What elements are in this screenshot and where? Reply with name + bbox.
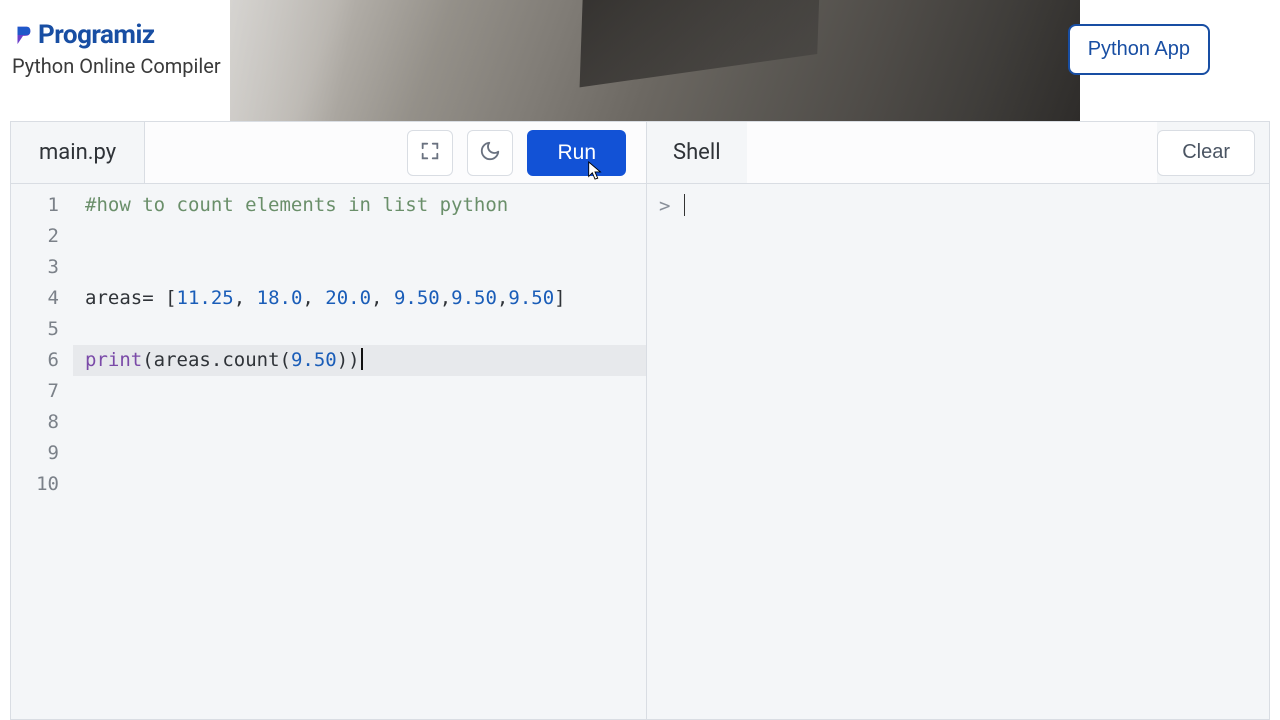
code-line-4[interactable]: areas= [11.25, 18.0, 20.0, 9.50,9.50,9.5… <box>73 283 646 314</box>
file-tab[interactable]: main.py <box>11 122 145 183</box>
code-line-9[interactable] <box>73 438 646 469</box>
code-line-3[interactable] <box>73 252 646 283</box>
file-tab-label: main.py <box>39 140 116 165</box>
shell-panel: Shell Clear > <box>647 122 1269 719</box>
comment-text: #how to count elements in list python <box>85 194 508 216</box>
shell-output[interactable]: > <box>647 184 1269 719</box>
brand-subtitle: Python Online Compiler <box>12 54 221 78</box>
fullscreen-icon <box>419 140 441 165</box>
code-line-2[interactable] <box>73 221 646 252</box>
text-cursor <box>361 348 363 370</box>
shell-title: Shell <box>647 140 747 165</box>
moon-icon <box>479 140 501 165</box>
video-overlay-banner <box>230 0 1080 121</box>
shell-header: Shell Clear <box>647 122 1269 184</box>
code-editor[interactable]: 12345 678910 #how to count elements in l… <box>11 184 646 719</box>
theme-toggle-button[interactable] <box>467 130 513 176</box>
code-area[interactable]: #how to count elements in list python ar… <box>73 184 646 719</box>
code-line-1[interactable]: #how to count elements in list python <box>73 190 646 221</box>
workspace: main.py Run 12345 <box>10 121 1270 720</box>
shell-cursor <box>684 194 685 216</box>
brand-logo-icon <box>12 24 34 46</box>
code-line-6[interactable]: print(areas.count(9.50)) <box>73 345 646 376</box>
clear-button[interactable]: Clear <box>1157 130 1255 176</box>
code-line-10[interactable] <box>73 469 646 500</box>
code-line-5[interactable] <box>73 314 646 345</box>
editor-header: main.py Run <box>11 122 646 184</box>
top-header: Programiz Python Online Compiler Python … <box>0 0 1280 121</box>
editor-panel: main.py Run 12345 <box>11 122 647 719</box>
python-app-button[interactable]: Python App <box>1068 24 1210 75</box>
run-button[interactable]: Run <box>527 130 626 176</box>
line-gutter: 12345 678910 <box>11 184 73 719</box>
brand-name: Programiz <box>38 20 155 50</box>
fullscreen-button[interactable] <box>407 130 453 176</box>
shell-prompt: > <box>659 195 670 217</box>
code-line-8[interactable] <box>73 407 646 438</box>
brand-block: Programiz Python Online Compiler <box>12 20 221 78</box>
code-line-7[interactable] <box>73 376 646 407</box>
